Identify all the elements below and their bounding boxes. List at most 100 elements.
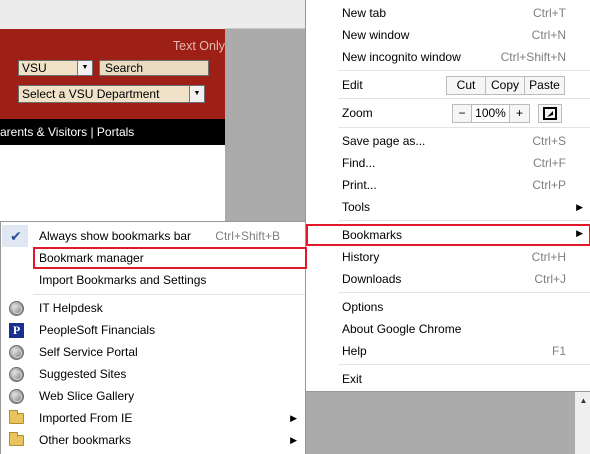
globe-icon <box>9 301 24 316</box>
chevron-down-icon: ▼ <box>77 61 92 75</box>
vsu-header: Text Only VSU ▼ Search Select a VSU Depa… <box>0 29 225 119</box>
zoom-level: 100% <box>471 104 510 123</box>
bookmark-item-self-service-portal[interactable]: Self Service Portal <box>1 341 305 363</box>
campus-select-value: VSU <box>22 61 47 75</box>
menu-item-label: New tab <box>342 6 387 20</box>
nav-bar[interactable]: arents & Visitors | Portals <box>0 119 225 145</box>
menu-item-label: Help <box>342 344 367 358</box>
zoom-in-button[interactable]: + <box>509 104 530 123</box>
menu-separator <box>338 127 590 128</box>
zoom-out-button[interactable]: − <box>452 104 472 123</box>
bookmark-label: IT Helpdesk <box>39 301 103 315</box>
fullscreen-button[interactable] <box>538 104 562 123</box>
folder-icon <box>9 432 24 446</box>
search-placeholder: Search <box>105 61 144 75</box>
menu-item-label: New incognito window <box>342 50 461 64</box>
scroll-up-icon[interactable]: ▲ <box>577 396 590 406</box>
menu-item-save-page[interactable]: Save page as... Ctrl+S <box>306 130 590 152</box>
menu-item-label: Zoom <box>342 106 373 120</box>
folder-icon <box>9 410 24 424</box>
menu-item-tools[interactable]: Tools ▶ <box>306 196 590 218</box>
menu-item-label: Save page as... <box>342 134 426 148</box>
submenu-arrow-icon: ▶ <box>290 413 297 423</box>
menu-item-label: About Google Chrome <box>342 322 462 336</box>
bookmark-label: PeopleSoft Financials <box>39 323 156 337</box>
menu-item-label: Options <box>342 300 384 314</box>
menu-item-label: Bookmarks <box>342 228 403 242</box>
bookmark-folder-imported-from-ie[interactable]: Imported From IE ▶ <box>1 407 305 429</box>
search-input[interactable]: Search <box>99 60 209 76</box>
menu-item-downloads[interactable]: Downloads Ctrl+J <box>306 268 590 290</box>
bookmark-label: Self Service Portal <box>39 345 138 359</box>
department-select[interactable]: Select a VSU Department ▼ <box>18 85 205 103</box>
menu-separator <box>338 70 590 71</box>
menu-separator <box>338 220 590 221</box>
menu-item-bookmark-manager[interactable]: Bookmark manager <box>33 247 307 269</box>
menu-item-label: History <box>342 250 380 264</box>
cut-button[interactable]: Cut <box>446 76 486 95</box>
bookmark-item-peoplesoft[interactable]: P PeopleSoft Financials <box>1 319 305 341</box>
menu-item-bookmarks[interactable]: Bookmarks ▶ <box>306 224 590 246</box>
menu-item-label: Tools <box>342 200 371 214</box>
menu-item-edit: Edit Cut Copy Paste <box>306 74 590 96</box>
menu-item-label: Bookmark manager <box>39 251 144 265</box>
menu-separator <box>338 98 590 99</box>
shortcut-text: Ctrl+P <box>532 178 566 192</box>
menu-separator <box>33 294 305 295</box>
bookmark-label: Suggested Sites <box>39 367 127 381</box>
submenu-arrow-icon: ▶ <box>576 202 583 212</box>
page-top-strip <box>0 0 225 29</box>
fullscreen-icon <box>543 107 557 120</box>
shortcut-text: Ctrl+T <box>533 6 566 20</box>
shortcut-text: F1 <box>551 344 566 358</box>
menu-item-options[interactable]: Options <box>306 296 590 318</box>
menu-item-find[interactable]: Find... Ctrl+F <box>306 152 590 174</box>
bookmark-item-it-helpdesk[interactable]: IT Helpdesk <box>1 297 305 319</box>
text-only-link[interactable]: Text Only <box>0 39 225 53</box>
menu-item-exit[interactable]: Exit <box>306 368 590 390</box>
peoplesoft-icon: P <box>9 323 24 338</box>
copy-button[interactable]: Copy <box>485 76 525 95</box>
bookmarks-submenu: ✔ Always show bookmarks bar Ctrl+Shift+B… <box>0 221 307 454</box>
menu-separator <box>338 292 590 293</box>
shortcut-text: Ctrl+H <box>531 250 566 264</box>
globe-icon <box>9 345 24 360</box>
menu-item-always-show-bookmarks-bar[interactable]: ✔ Always show bookmarks bar Ctrl+Shift+B <box>1 225 305 247</box>
menu-item-about[interactable]: About Google Chrome <box>306 318 590 340</box>
menu-item-label: Edit <box>342 78 363 92</box>
menu-item-print[interactable]: Print... Ctrl+P <box>306 174 590 196</box>
paste-button[interactable]: Paste <box>524 76 565 95</box>
submenu-arrow-icon: ▶ <box>576 228 583 238</box>
menu-item-label: Downloads <box>342 272 402 286</box>
submenu-arrow-icon: ▶ <box>290 435 297 445</box>
menu-item-help[interactable]: Help F1 <box>306 340 590 362</box>
menu-item-label: New window <box>342 28 410 42</box>
checkmark-icon: ✔ <box>10 228 22 244</box>
shortcut-text: Ctrl+S <box>532 134 566 148</box>
globe-icon <box>9 389 24 404</box>
bookmark-label: Web Slice Gallery <box>39 389 135 403</box>
menu-item-new-tab[interactable]: New tab Ctrl+T <box>306 2 590 24</box>
nav-bar-text: arents & Visitors | Portals <box>0 125 135 139</box>
chevron-down-icon: ▼ <box>189 86 204 102</box>
bookmark-folder-other-bookmarks[interactable]: Other bookmarks ▶ <box>1 429 305 451</box>
shortcut-text: Ctrl+Shift+N <box>500 50 566 64</box>
menu-item-zoom: Zoom − 100% + <box>306 102 590 124</box>
bookmark-item-web-slice-gallery[interactable]: Web Slice Gallery <box>1 385 305 407</box>
menu-item-import-bookmarks[interactable]: Import Bookmarks and Settings <box>1 269 305 291</box>
menu-item-label: Always show bookmarks bar <box>39 229 192 243</box>
menu-item-history[interactable]: History Ctrl+H <box>306 246 590 268</box>
globe-icon <box>9 367 24 382</box>
menu-item-new-window[interactable]: New window Ctrl+N <box>306 24 590 46</box>
menu-item-new-incognito[interactable]: New incognito window Ctrl+Shift+N <box>306 46 590 68</box>
bookmark-item-suggested-sites[interactable]: Suggested Sites <box>1 363 305 385</box>
shortcut-text: Ctrl+Shift+B <box>215 229 280 243</box>
browser-toolbar-strip <box>225 0 305 29</box>
bookmark-label: Imported From IE <box>39 411 133 425</box>
shortcut-text: Ctrl+F <box>533 156 566 170</box>
menu-item-label: Import Bookmarks and Settings <box>39 273 207 287</box>
shortcut-text: Ctrl+J <box>534 272 566 286</box>
campus-select[interactable]: VSU ▼ <box>18 60 93 76</box>
shortcut-text: Ctrl+N <box>531 28 566 42</box>
menu-separator <box>338 364 590 365</box>
